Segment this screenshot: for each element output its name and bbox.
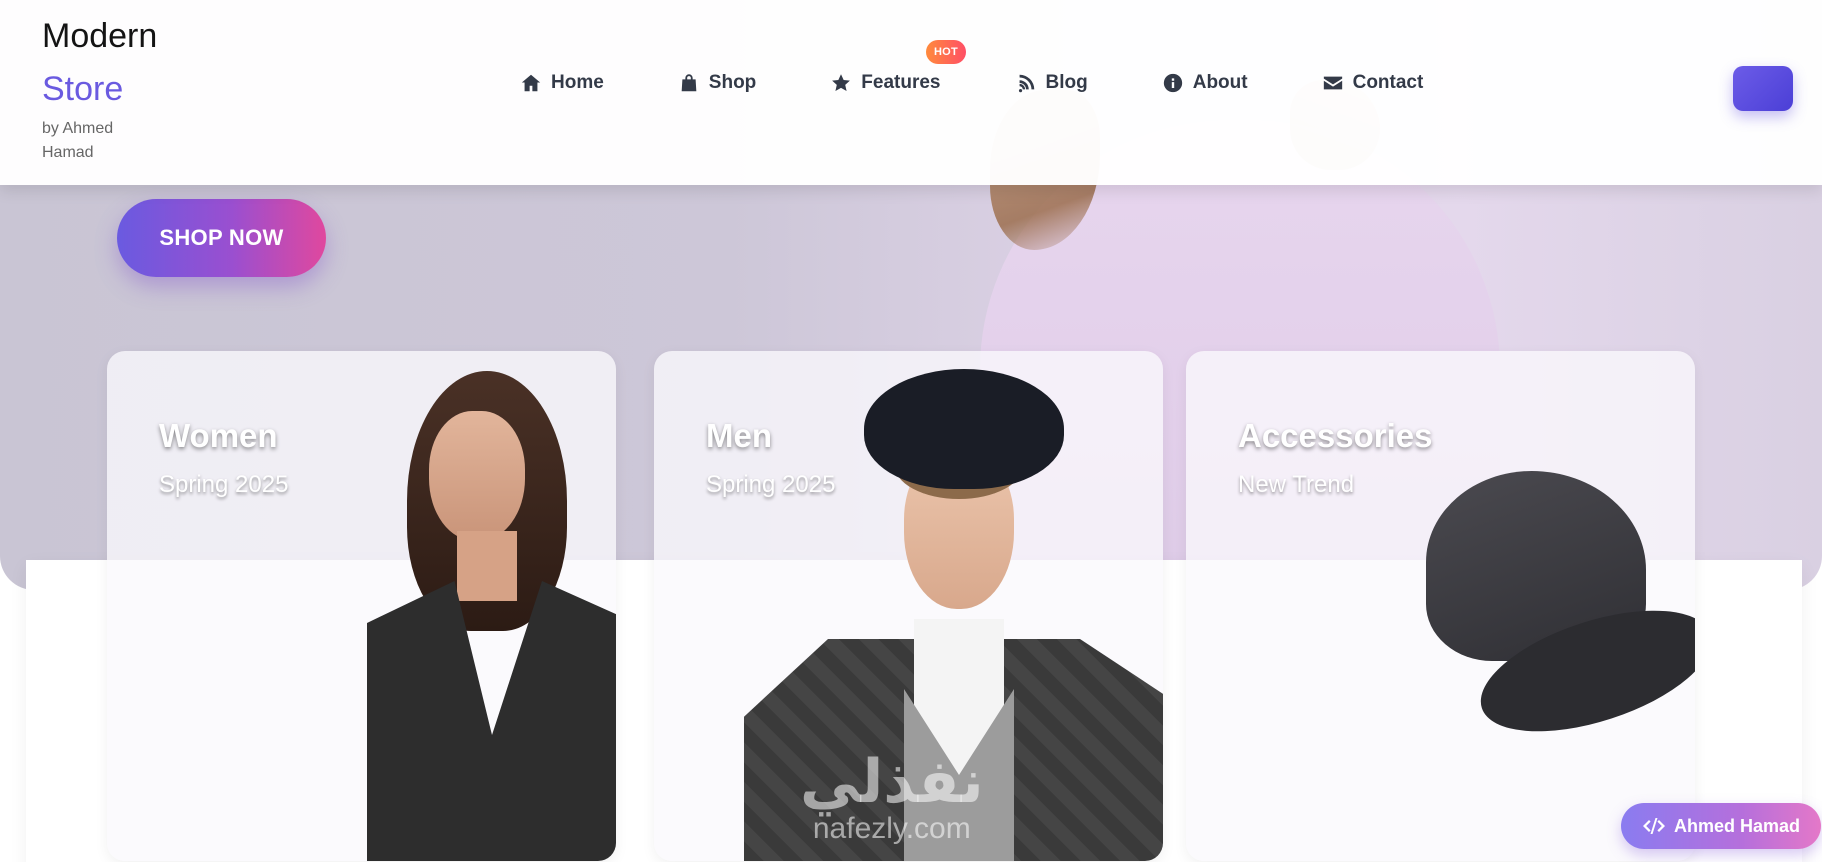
- logo-text-store: Store: [42, 70, 124, 108]
- nav-item-shop[interactable]: Shop: [678, 72, 757, 94]
- category-subtitle: New Trend: [1238, 471, 1355, 498]
- nav-item-label: Features: [861, 72, 941, 93]
- main-nav: Home Shop Features Blog About Contact HO…: [520, 40, 1497, 94]
- nav-item-label: Shop: [708, 72, 757, 93]
- logo-byline: by Ahmed Hamad: [42, 120, 114, 161]
- nav-item-blog[interactable]: Blog: [1015, 72, 1088, 94]
- envelope-icon: [1323, 76, 1342, 90]
- watermark-latin: nafezly.com: [812, 812, 971, 845]
- category-title: Men: [706, 417, 772, 454]
- category-subtitle: Spring 2025: [706, 471, 836, 498]
- women-neck: [457, 531, 517, 601]
- women-model-image: [337, 371, 616, 861]
- star-icon: [832, 74, 851, 91]
- category-card-women[interactable]: Women Spring 2025: [107, 351, 616, 861]
- nav-item-home[interactable]: Home: [520, 72, 604, 94]
- rss-icon: [1018, 74, 1034, 93]
- watermark: نفذلي nafezly.com: [800, 750, 984, 844]
- shop-now-button[interactable]: SHOP NOW: [117, 199, 326, 277]
- nav-item-label: Home: [551, 72, 604, 93]
- nav-item-features[interactable]: Features: [830, 72, 941, 94]
- info-icon: [1163, 73, 1182, 93]
- category-card-accessories[interactable]: Accessories New Trend: [1186, 351, 1695, 861]
- header-action-button[interactable]: [1733, 66, 1793, 111]
- category-title: Women: [159, 417, 278, 454]
- author-badge-button[interactable]: Ahmed Hamad: [1621, 803, 1821, 849]
- category-subtitle: Spring 2025: [159, 471, 289, 498]
- watermark-arabic: نفذلي: [800, 747, 984, 817]
- nav-item-contact[interactable]: Contact: [1322, 72, 1424, 94]
- site-header: Modern Store by Ahmed Hamad Home Shop Fe…: [0, 0, 1822, 185]
- site-logo[interactable]: Modern Store by Ahmed Hamad: [42, 16, 157, 165]
- women-face: [429, 411, 525, 541]
- nav-item-label: About: [1192, 72, 1248, 93]
- men-hat: [864, 369, 1064, 489]
- cap-image: [1416, 471, 1695, 756]
- nav-item-label: Contact: [1352, 72, 1424, 93]
- logo-text-modern: Modern: [42, 17, 158, 55]
- home-icon: [521, 74, 541, 92]
- code-icon: [1642, 818, 1665, 834]
- shopping-bag-icon: [681, 74, 697, 92]
- nav-item-about[interactable]: About: [1162, 72, 1248, 94]
- category-title: Accessories: [1238, 417, 1433, 454]
- nav-item-label: Blog: [1045, 72, 1088, 93]
- author-badge-label: Ahmed Hamad: [1673, 815, 1801, 836]
- hot-badge: HOT: [926, 40, 966, 64]
